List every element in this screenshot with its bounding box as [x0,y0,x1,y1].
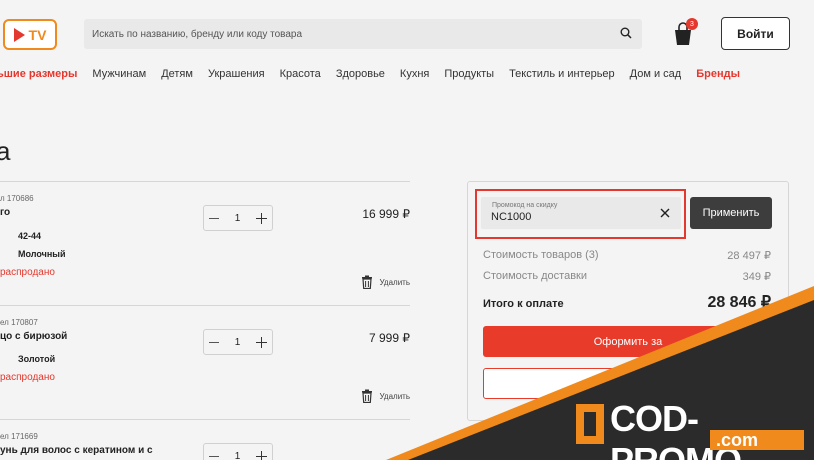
logo-text: TV [28,26,47,43]
remove-button[interactable]: Удалить [361,275,410,289]
nav-item-health[interactable]: Здоровье [336,68,385,84]
remove-label: Удалить [379,277,410,287]
nav-item-food[interactable]: Продукты [444,68,494,84]
quantity-stepper: 1 [203,329,273,355]
delivery-cost-value: 349 ₽ [742,271,771,283]
watermark-text: COD-PROMO [610,398,742,460]
search-input[interactable] [92,28,602,40]
remove-button[interactable]: Удалить [361,389,410,403]
apply-promo-button[interactable]: Применить [690,197,772,229]
logo[interactable]: TV [3,19,57,50]
coupon-icon [576,404,604,444]
trash-icon [362,389,373,403]
quantity-value[interactable]: 1 [235,213,241,224]
cart-item: ел 170807 цо с бирюзой Золотой распродан… [0,305,410,419]
goods-cost-label: Стоимость товаров (3) [483,249,599,261]
nav-item-home-garden[interactable]: Дом и сад [630,68,682,84]
cart-count-badge: 3 [686,18,698,30]
promo-label: Промокод на скидку [492,202,558,209]
play-icon [13,27,25,42]
item-name[interactable]: унь для волос с кератином и с [0,445,153,456]
quantity-stepper: 1 [203,443,273,460]
plus-icon[interactable] [256,336,267,348]
cart-item: л 170686 го 42-44 Молочный распродано 1 … [0,181,410,305]
minus-icon[interactable] [209,217,219,219]
login-button[interactable]: Войти [721,17,790,50]
total-row: Итого к оплате 28 846 ₽ [483,292,771,312]
item-name[interactable]: цо с бирюзой [0,331,67,342]
header: TV 3 Войти [0,0,814,62]
nav-item-plus-size[interactable]: ьшие размеры [0,68,77,84]
checkout-button[interactable]: Оформить за [483,326,773,357]
search-bar [84,19,642,49]
page-title: а [0,136,11,166]
secondary-button[interactable] [483,368,773,399]
total-label: Итого к оплате [483,298,564,310]
goods-cost-row: Стоимость товаров (3) 28 497 ₽ [483,249,771,262]
item-color: Золотой [18,354,56,364]
divider [0,181,410,182]
nav-item-kids[interactable]: Детям [161,68,193,84]
divider [0,419,410,420]
item-status: распродано [0,372,55,383]
nav-item-textile[interactable]: Текстиль и интерьер [509,68,615,84]
search-icon[interactable] [620,27,632,39]
close-icon[interactable] [660,208,670,218]
watermark-domain: .com [710,430,804,450]
goods-cost-value: 28 497 ₽ [727,250,771,262]
item-article: ел 170807 [0,318,38,327]
quantity-value[interactable]: 1 [235,451,241,460]
remove-label: Удалить [379,391,410,401]
delivery-cost-label: Стоимость доставки [483,270,587,282]
category-nav: ьшие размеры Мужчинам Детям Украшения Кр… [0,68,755,84]
nav-item-brands[interactable]: Бренды [696,68,740,84]
divider [0,305,410,306]
item-price: 7 999 ₽ [369,331,410,345]
nav-item-jewelry[interactable]: Украшения [208,68,265,84]
minus-icon[interactable] [209,455,219,457]
item-article: ел 171669 [0,432,38,441]
cart-button[interactable]: 3 [672,18,698,47]
minus-icon[interactable] [209,341,219,343]
plus-icon[interactable] [256,450,267,460]
nav-item-men[interactable]: Мужчинам [92,68,146,84]
item-article: л 170686 [0,194,34,203]
item-name[interactable]: го [0,207,10,218]
watermark-logo: COD-PROMO .com [574,398,810,460]
delivery-cost-row: Стоимость доставки 349 ₽ [483,270,771,283]
item-status: распродано [0,267,55,278]
total-value: 28 846 ₽ [707,294,771,311]
plus-icon[interactable] [256,212,267,224]
nav-item-beauty[interactable]: Красота [280,68,321,84]
item-price: 16 999 ₽ [362,207,410,221]
cart-item: ел 171669 унь для волос с кератином и с … [0,419,410,460]
nav-item-kitchen[interactable]: Кухня [400,68,429,84]
quantity-value[interactable]: 1 [235,337,241,348]
promo-field: Промокод на скидку [481,197,681,229]
item-color: Молочный [18,249,66,259]
trash-icon [362,275,373,289]
promo-input[interactable] [491,211,641,223]
quantity-stepper: 1 [203,205,273,231]
item-size: 42-44 [18,231,42,241]
